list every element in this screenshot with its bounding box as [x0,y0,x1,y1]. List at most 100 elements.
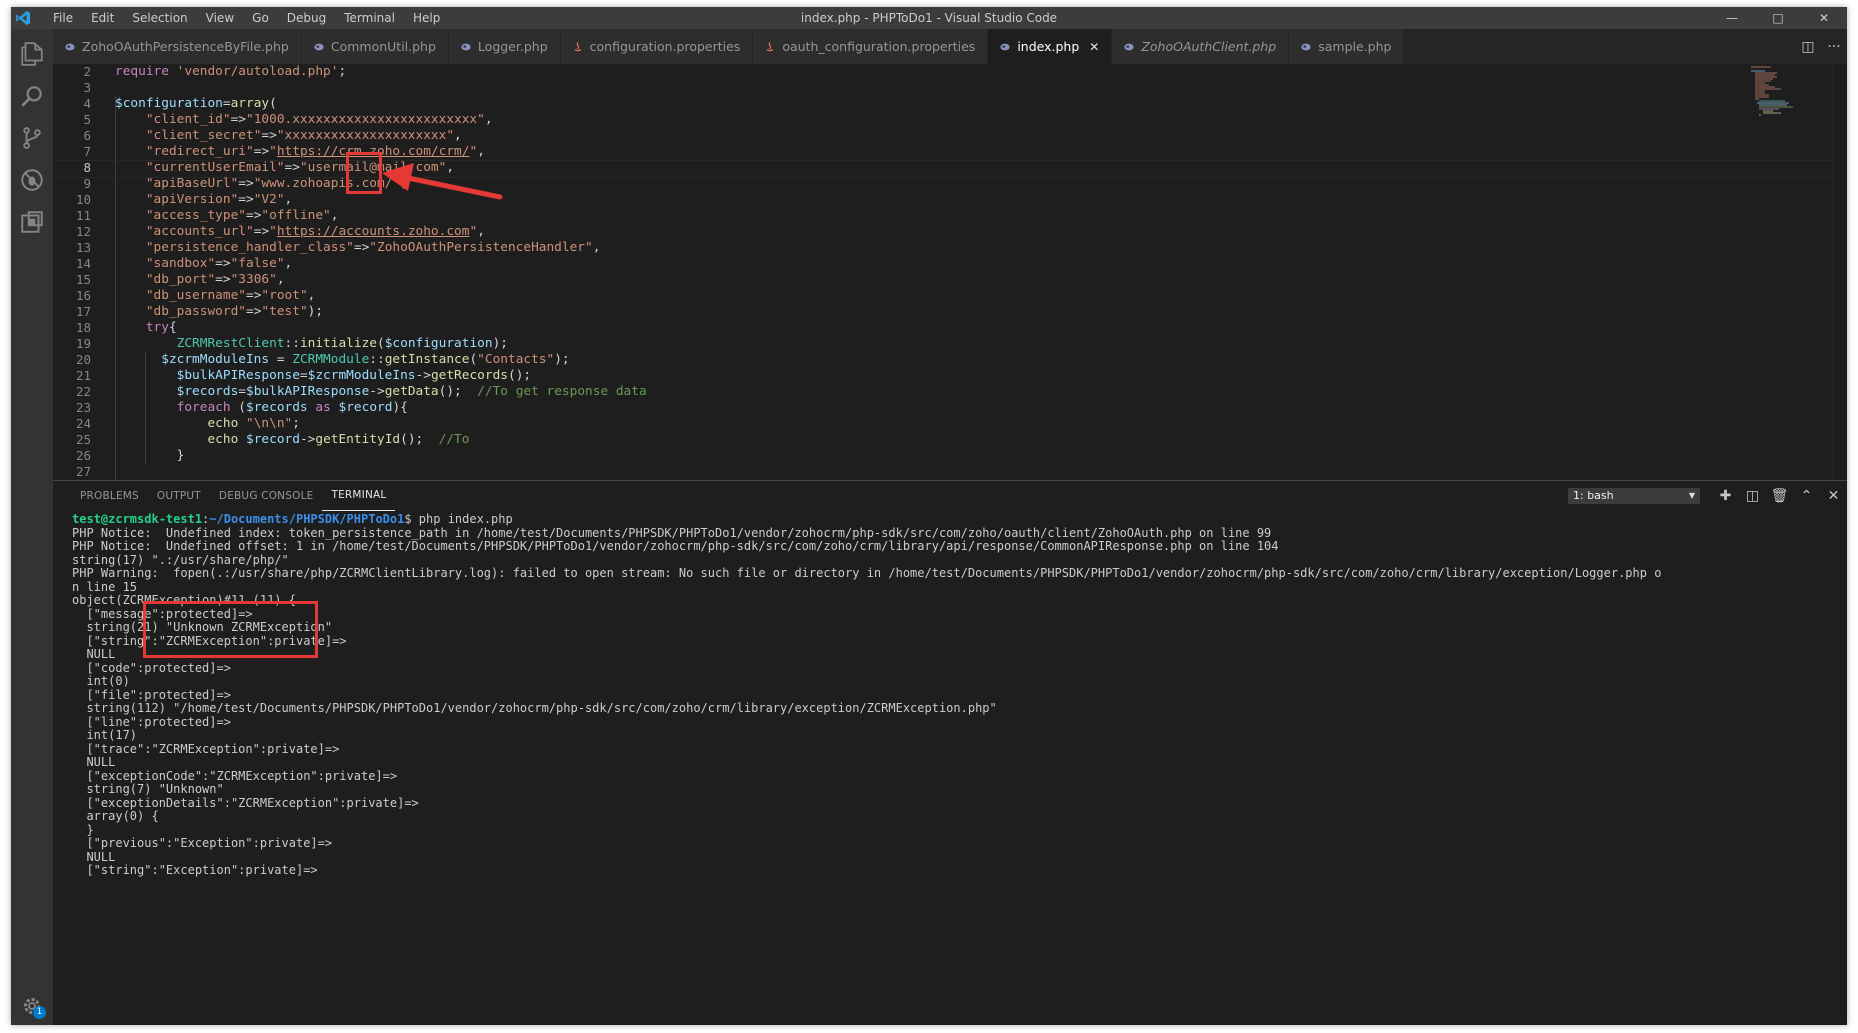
tab-index-php[interactable]: index.php ✕ [988,29,1113,64]
tab-commonutil-php[interactable]: CommonUtil.php [301,29,449,64]
close-panel-icon[interactable]: ✕ [1820,488,1847,504]
menu-debug[interactable]: Debug [278,7,335,29]
add-terminal-icon[interactable]: ✚ [1712,488,1739,504]
line-number: 15 [75,272,91,287]
code-token: "db_username" [145,288,246,303]
tab-logger-php[interactable]: Logger.php [448,29,561,64]
line-number: 16 [75,288,91,303]
code-token: -> [369,384,385,399]
trash-icon[interactable]: 🗑 [1766,488,1793,504]
terminal-line: ["message":protected]=> [72,606,253,621]
panel-tab-problems[interactable]: PROBLEMS [71,481,148,511]
more-actions-icon[interactable]: ··· [1821,39,1847,55]
split-terminal-icon[interactable]: ◫ [1739,488,1766,504]
menu-edit[interactable]: Edit [82,7,123,29]
source-control-icon[interactable] [11,115,53,161]
code-token: , [276,272,285,287]
debug-icon[interactable] [11,157,53,203]
code-token: array [230,96,270,111]
editor-scrollbar[interactable] [1833,64,1847,480]
code-token: "\n\n" [246,416,293,431]
php-icon [461,43,471,50]
code-line: $zcrmModuleIns = ZCRMModule::getInstance… [115,352,1737,368]
code-token: , [484,112,493,127]
menu-view[interactable]: View [197,7,243,29]
code-line: echo $record->getEntityId(); //To [115,432,1737,448]
code-editor[interactable]: 2 3 4 5 6 7 8 9 10 11 12 13 14 15 16 17 18 19 20 21 22 23 24 25… [53,64,1847,480]
code-line: "persistence_handler_class"=>"ZohoOAuthP… [115,240,1737,256]
menu-go[interactable]: Go [243,7,278,29]
settings-badge: 1 [33,1006,46,1019]
code-token: $zcrmModuleIns [307,368,416,383]
line-number: 6 [83,128,91,143]
minimize-icon[interactable]: — [1709,7,1755,29]
tab-configuration-properties[interactable]: configuration.properties [560,29,754,64]
code-token: "1000.xxxxxxxxxxxxxxxxxxxxxxxx" [246,112,485,127]
line-number: 26 [75,448,91,463]
tab-zohooauthpersistencebyfile-php[interactable]: ZohoOAuthPersistenceByFile.php [53,29,302,64]
terminal-line: array(0) { [72,809,159,823]
tab-label: oauth_configuration.properties [782,39,976,54]
code-token: ); [307,304,324,319]
tab-label: ZohoOAuthPersistenceByFile.php [82,39,289,54]
code-token: "currentUserEmail" [145,160,285,175]
line-number: 9 [83,176,91,191]
code-token: "access_type" [145,208,246,223]
panel-tab-debug-console[interactable]: DEBUG CONSOLE [210,481,323,511]
code-token: "db_password" [145,304,246,319]
menu-file[interactable]: File [44,7,82,29]
prompt-command: $ php index.php [404,513,513,526]
annotation-highlight-box [346,152,382,194]
code-token: ); [492,336,508,351]
code-token: "apiBaseUrl" [145,176,239,191]
code-line: "db_port"=>"3306", [115,272,1737,288]
code-token: initialize [299,336,377,351]
menu-terminal[interactable]: Terminal [335,7,404,29]
close-window-icon[interactable]: ✕ [1801,7,1847,29]
maximize-panel-icon[interactable]: ⌃ [1793,488,1820,504]
settings-gear-icon[interactable]: 1 [11,991,53,1021]
split-editor-icon[interactable]: ◫ [1795,39,1821,55]
tab-zohooauthclient-php[interactable]: ZohoOAuthClient.php [1112,29,1290,64]
terminal-line: ["exceptionDetails":"ZCRMException":priv… [72,795,419,810]
extensions-icon[interactable] [11,199,53,245]
chevron-down-icon: ▼ [1688,491,1695,500]
php-icon [1000,43,1010,50]
tab-label: ZohoOAuthClient.php [1141,39,1277,54]
tab-sample-php[interactable]: sample.php [1289,29,1405,64]
menu-help[interactable]: Help [404,7,449,29]
code-token: => [246,304,262,319]
tab-oauth-configuration-properties[interactable]: oauth_configuration.properties [753,29,989,64]
search-icon[interactable] [11,73,53,119]
code-token: = [269,352,293,367]
line-number: 3 [83,80,91,95]
code-token: => [284,160,300,175]
code-token: , [330,208,339,223]
terminal-output[interactable]: test@zcrmsdk-test1:~/Documents/PHPSDK/PH… [72,513,1827,1025]
close-tab-icon[interactable]: ✕ [1089,40,1099,54]
code-token: "test" [261,304,308,319]
code-token: = [299,368,308,383]
terminal-select[interactable]: 1: bash ▼ [1568,488,1700,504]
line-number: 19 [75,336,91,351]
panel-tab-output[interactable]: OUTPUT [148,481,210,511]
code-token: => [253,224,270,239]
code-token: "persistence_handler_class" [145,240,354,255]
maximize-icon[interactable]: □ [1755,7,1801,29]
panel-tab-terminal[interactable]: TERMINAL [322,481,396,511]
code-token: , [446,160,455,175]
tab-label: Logger.php [477,39,548,54]
minimap[interactable] [1747,64,1833,124]
explorer-icon[interactable] [11,31,53,77]
panel-actions: 1: bash ▼ ✚ ◫ 🗑 ⌃ ✕ [1568,481,1847,511]
menu-selection[interactable]: Selection [123,7,196,29]
code-token: "client_id" [145,112,231,127]
code-token: } [115,448,185,463]
